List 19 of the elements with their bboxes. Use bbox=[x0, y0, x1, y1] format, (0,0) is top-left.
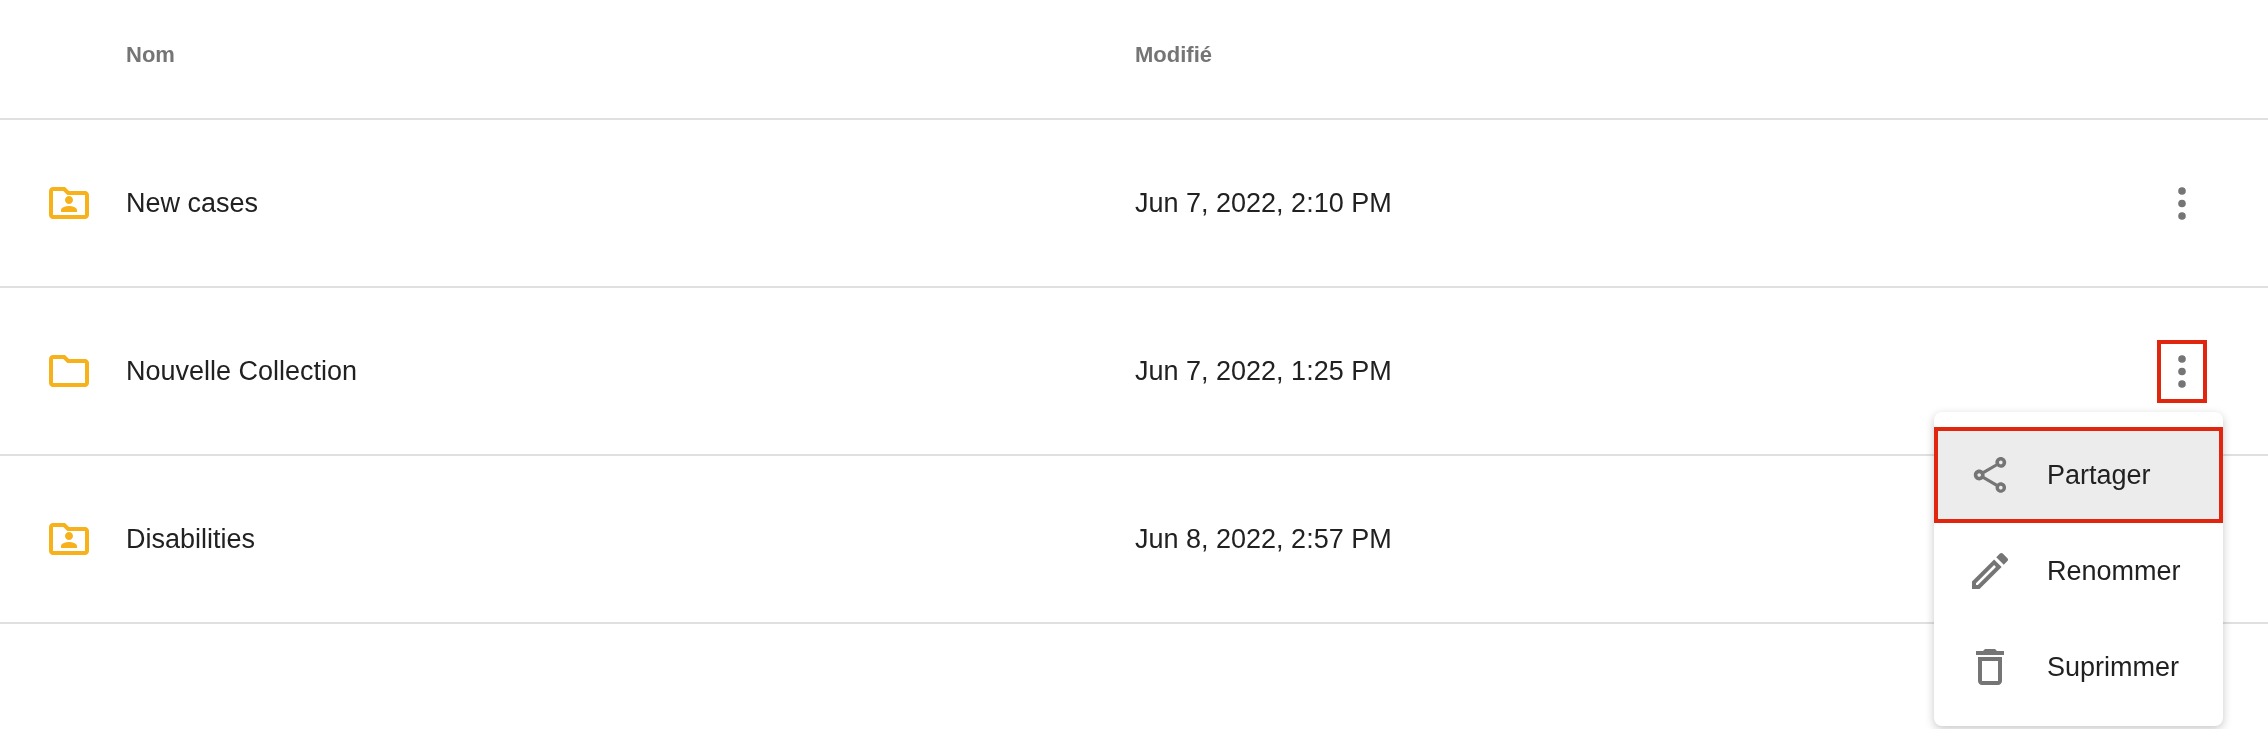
modified-date: Jun 8, 2022, 2:57 PM bbox=[1135, 523, 1392, 554]
menu-item[interactable]: Renommer bbox=[1934, 523, 2223, 619]
more-vertical-icon bbox=[2178, 186, 2186, 220]
more-vertical-icon bbox=[2178, 354, 2186, 388]
shared-folder-icon bbox=[49, 523, 89, 555]
menu-item[interactable]: Partager bbox=[1934, 427, 2223, 523]
modified-date: Jun 7, 2022, 1:25 PM bbox=[1135, 355, 1392, 386]
item-name: Nouvelle Collection bbox=[126, 355, 358, 386]
more-button[interactable] bbox=[2157, 339, 2207, 403]
column-header: Modifié bbox=[1135, 42, 1212, 67]
folder-icon bbox=[49, 355, 89, 387]
shared-folder-icon bbox=[49, 187, 89, 219]
pencil-icon bbox=[1972, 553, 2008, 589]
modified-date: Jun 7, 2022, 2:10 PM bbox=[1135, 187, 1392, 218]
column-header: Nom bbox=[126, 42, 175, 67]
share-icon bbox=[1972, 457, 2008, 493]
item-name: New cases bbox=[126, 187, 259, 218]
item-name: Disabilities bbox=[126, 523, 256, 554]
menu-item[interactable]: Suprimmer bbox=[1934, 619, 2223, 715]
